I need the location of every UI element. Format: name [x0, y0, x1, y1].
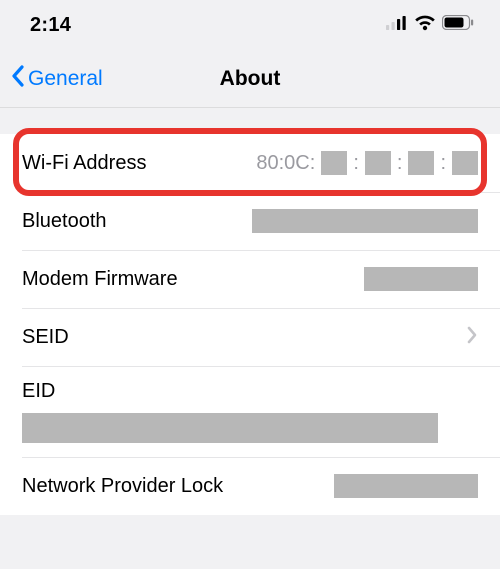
- back-button[interactable]: General: [10, 64, 103, 94]
- label-modem: Modem Firmware: [22, 268, 178, 291]
- value-npl: [334, 474, 478, 498]
- redacted-block: [321, 151, 347, 175]
- wifi-icon: [414, 15, 436, 36]
- cellular-icon: [386, 16, 408, 35]
- value-bluetooth: [252, 209, 478, 233]
- redacted-block: [364, 267, 478, 291]
- status-bar: 2:14: [0, 0, 500, 50]
- value-wifi: 80:0C::::: [256, 151, 478, 175]
- back-label: General: [28, 67, 103, 91]
- wifi-prefix: 80:0C:: [256, 152, 315, 175]
- redacted-block: [334, 474, 478, 498]
- label-bluetooth: Bluetooth: [22, 210, 107, 233]
- label-eid: EID: [22, 380, 55, 403]
- redacted-block: [22, 413, 438, 443]
- redacted-block: [408, 151, 434, 175]
- battery-icon: [442, 15, 474, 35]
- redacted-block: [252, 209, 478, 233]
- chevron-left-icon: [10, 64, 26, 94]
- row-wifi-address[interactable]: Wi-Fi Address 80:0C::::: [0, 134, 500, 192]
- label-npl: Network Provider Lock: [22, 475, 223, 498]
- label-wifi: Wi-Fi Address: [22, 152, 146, 175]
- about-list: Wi-Fi Address 80:0C:::: Bluetooth Modem …: [0, 134, 500, 515]
- nav-bar: General About: [0, 50, 500, 108]
- status-indicators: [386, 15, 474, 36]
- redacted-block: [365, 151, 391, 175]
- row-seid[interactable]: SEID: [0, 308, 500, 366]
- content: Wi-Fi Address 80:0C:::: Bluetooth Modem …: [0, 108, 500, 515]
- chevron-right-icon: [466, 326, 478, 349]
- value-modem: [364, 267, 478, 291]
- redacted-block: [452, 151, 478, 175]
- row-bluetooth[interactable]: Bluetooth: [0, 192, 500, 250]
- label-seid: SEID: [22, 326, 69, 349]
- row-eid[interactable]: EID: [0, 366, 500, 457]
- row-network-provider-lock[interactable]: Network Provider Lock: [0, 457, 500, 515]
- row-modem-firmware[interactable]: Modem Firmware: [0, 250, 500, 308]
- status-time: 2:14: [30, 14, 71, 37]
